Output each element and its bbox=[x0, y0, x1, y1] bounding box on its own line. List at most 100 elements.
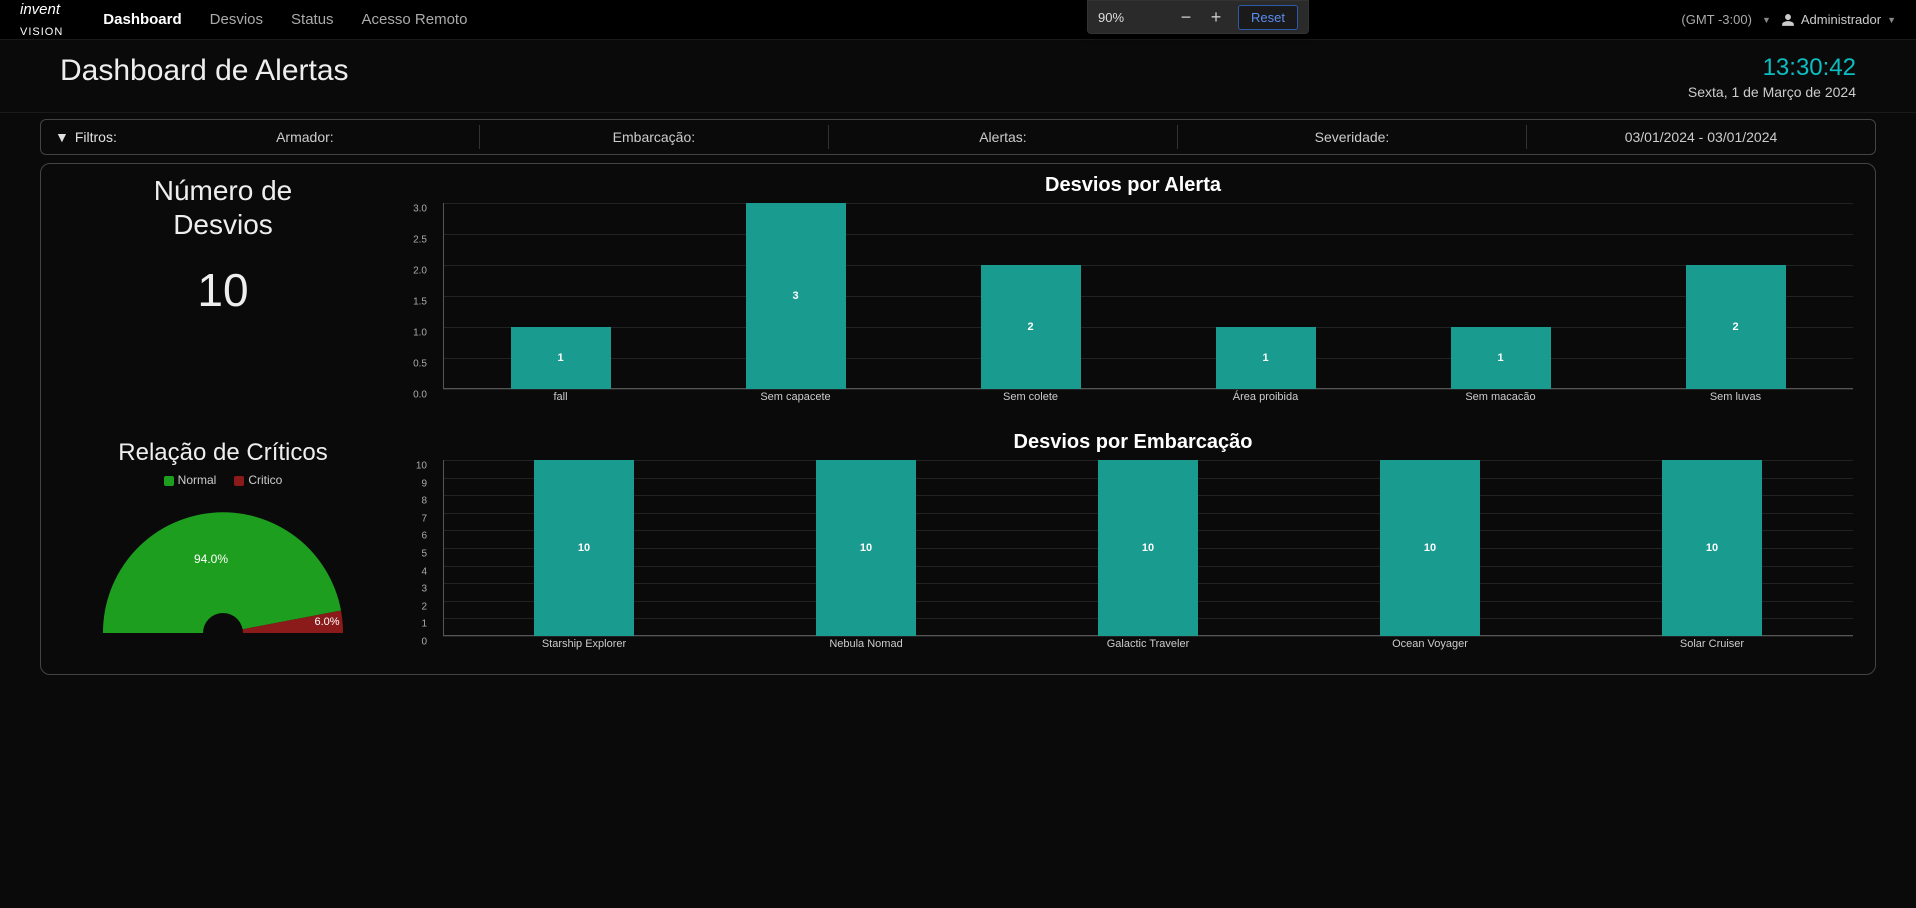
bar[interactable]: 10 bbox=[816, 460, 916, 636]
nav-dashboard[interactable]: Dashboard bbox=[103, 11, 181, 28]
chart-alertas: Desvios por Alerta 0.0 0.5 1.0 1.5 2.0 2.5 3.0… bbox=[403, 174, 1863, 413]
bar[interactable]: 10 bbox=[1662, 460, 1762, 636]
bar[interactable]: 10 bbox=[1380, 460, 1480, 636]
nav-desvios[interactable]: Desvios bbox=[210, 11, 263, 28]
filters-bar: ▼ Filtros: Armador: Embarcação: Alertas:… bbox=[40, 119, 1876, 155]
bar-value: 10 bbox=[1098, 542, 1198, 554]
gauge-chart: 94.0% 6.0% bbox=[93, 503, 353, 643]
bar-value: 10 bbox=[816, 542, 916, 554]
main-grid: Número de Desvios 10 Desvios por Alerta … bbox=[40, 163, 1876, 675]
chart-alertas-title: Desvios por Alerta bbox=[403, 174, 1863, 197]
x-tick: Sem capacete bbox=[746, 391, 846, 413]
gauge-critico-pct: 6.0% bbox=[314, 616, 339, 628]
legend-swatch-critico bbox=[234, 476, 244, 486]
date: Sexta, 1 de Março de 2024 bbox=[1688, 84, 1856, 100]
y-tick: 6 bbox=[421, 531, 427, 542]
kpi-title-1: Número de bbox=[53, 174, 393, 208]
y-tick: 1.0 bbox=[413, 328, 427, 339]
user-name: Administrador bbox=[1801, 12, 1881, 27]
filters-toggle[interactable]: ▼ Filtros: bbox=[41, 129, 131, 145]
y-tick: 8 bbox=[421, 496, 427, 507]
x-tick: Área proibida bbox=[1216, 391, 1316, 413]
x-tick: Nebula Nomad bbox=[816, 638, 916, 660]
clock: 13:30:42 bbox=[1688, 54, 1856, 82]
filter-severidade[interactable]: Severidade: bbox=[1177, 125, 1526, 149]
bar-value: 3 bbox=[746, 290, 846, 302]
page-title: Dashboard de Alertas bbox=[60, 54, 349, 88]
x-tick: Sem colete bbox=[981, 391, 1081, 413]
y-tick: 7 bbox=[421, 513, 427, 524]
zoom-reset-button[interactable]: Reset bbox=[1238, 5, 1298, 30]
bar-value: 2 bbox=[1686, 321, 1786, 333]
bar[interactable]: 3 bbox=[746, 203, 846, 389]
filter-alertas[interactable]: Alertas: bbox=[828, 125, 1177, 149]
bar-value: 10 bbox=[1662, 542, 1762, 554]
zoom-in-button[interactable]: + bbox=[1208, 7, 1224, 28]
gauge-legend: Normal Critico bbox=[53, 473, 393, 487]
x-tick: fall bbox=[511, 391, 611, 413]
chart-embarcacao-plot: 0123456789101010101010Starship ExplorerN… bbox=[433, 460, 1863, 660]
nav-acesso-remoto[interactable]: Acesso Remoto bbox=[362, 11, 468, 28]
y-tick: 5 bbox=[421, 549, 427, 560]
bar-value: 1 bbox=[511, 352, 611, 364]
bar[interactable]: 10 bbox=[1098, 460, 1198, 636]
chart-embarcacao-title: Desvios por Embarcação bbox=[403, 431, 1863, 454]
x-tick: Ocean Voyager bbox=[1380, 638, 1480, 660]
gauge-panel: Relação de Críticos Normal Critico 94.0%… bbox=[53, 431, 393, 660]
bar-value: 10 bbox=[534, 542, 634, 554]
title-bar: Dashboard de Alertas 13:30:42 Sexta, 1 d… bbox=[0, 40, 1916, 113]
y-tick: 3 bbox=[421, 584, 427, 595]
kpi-panel: Número de Desvios 10 bbox=[53, 174, 393, 413]
bar[interactable]: 10 bbox=[534, 460, 634, 636]
chart-alertas-plot: 0.00.51.01.52.02.53.0132112fallSem capac… bbox=[433, 203, 1863, 413]
brand-logo: inventVISION bbox=[20, 1, 63, 38]
chevron-down-icon[interactable]: ▼ bbox=[1762, 15, 1771, 25]
bar[interactable]: 2 bbox=[1686, 265, 1786, 389]
bar[interactable]: 1 bbox=[1451, 327, 1551, 389]
top-nav: inventVISION Dashboard Desvios Status Ac… bbox=[0, 0, 1916, 40]
filter-daterange[interactable]: 03/01/2024 - 03/01/2024 bbox=[1526, 125, 1875, 149]
zoom-out-button[interactable]: − bbox=[1178, 7, 1194, 28]
y-tick: 0.5 bbox=[413, 359, 427, 370]
bar-value: 10 bbox=[1380, 542, 1480, 554]
gauge-normal-pct: 94.0% bbox=[194, 552, 228, 566]
y-tick: 4 bbox=[421, 566, 427, 577]
legend-normal: Normal bbox=[178, 473, 217, 487]
filter-armador[interactable]: Armador: bbox=[131, 125, 479, 149]
y-tick: 9 bbox=[421, 478, 427, 489]
user-menu[interactable]: Administrador ▼ bbox=[1781, 12, 1896, 27]
y-tick: 1 bbox=[421, 619, 427, 630]
filters-label: Filtros: bbox=[75, 129, 117, 145]
kpi-value: 10 bbox=[53, 263, 393, 317]
chart-embarcacao: Desvios por Embarcação 01234567891010101… bbox=[403, 431, 1863, 660]
legend-swatch-normal bbox=[164, 476, 174, 486]
y-tick: 3.0 bbox=[413, 204, 427, 215]
kpi-title-2: Desvios bbox=[53, 208, 393, 242]
x-tick: Starship Explorer bbox=[534, 638, 634, 660]
x-tick: Galactic Traveler bbox=[1098, 638, 1198, 660]
user-icon bbox=[1781, 13, 1795, 27]
y-tick: 10 bbox=[416, 461, 427, 472]
bar-value: 2 bbox=[981, 321, 1081, 333]
timezone-label: (GMT -3:00) bbox=[1681, 12, 1752, 27]
filter-embarcacao[interactable]: Embarcação: bbox=[479, 125, 828, 149]
x-tick: Solar Cruiser bbox=[1662, 638, 1762, 660]
bar[interactable]: 1 bbox=[511, 327, 611, 389]
y-tick: 1.5 bbox=[413, 297, 427, 308]
x-tick: Sem macacão bbox=[1451, 391, 1551, 413]
chevron-down-icon: ▼ bbox=[55, 129, 69, 145]
bar[interactable]: 1 bbox=[1216, 327, 1316, 389]
x-tick: Sem luvas bbox=[1686, 391, 1786, 413]
gauge-title: Relação de Críticos bbox=[53, 439, 393, 467]
legend-critico: Critico bbox=[248, 473, 282, 487]
y-tick: 0 bbox=[421, 637, 427, 648]
y-tick: 2.0 bbox=[413, 266, 427, 277]
y-tick: 0.0 bbox=[413, 390, 427, 401]
nav-links: Dashboard Desvios Status Acesso Remoto bbox=[103, 11, 467, 28]
y-tick: 2.5 bbox=[413, 235, 427, 246]
bar[interactable]: 2 bbox=[981, 265, 1081, 389]
zoom-percent: 90% bbox=[1098, 10, 1124, 25]
nav-status[interactable]: Status bbox=[291, 11, 334, 28]
bar-value: 1 bbox=[1216, 352, 1316, 364]
zoom-overlay: 90% − + Reset bbox=[1087, 0, 1309, 34]
